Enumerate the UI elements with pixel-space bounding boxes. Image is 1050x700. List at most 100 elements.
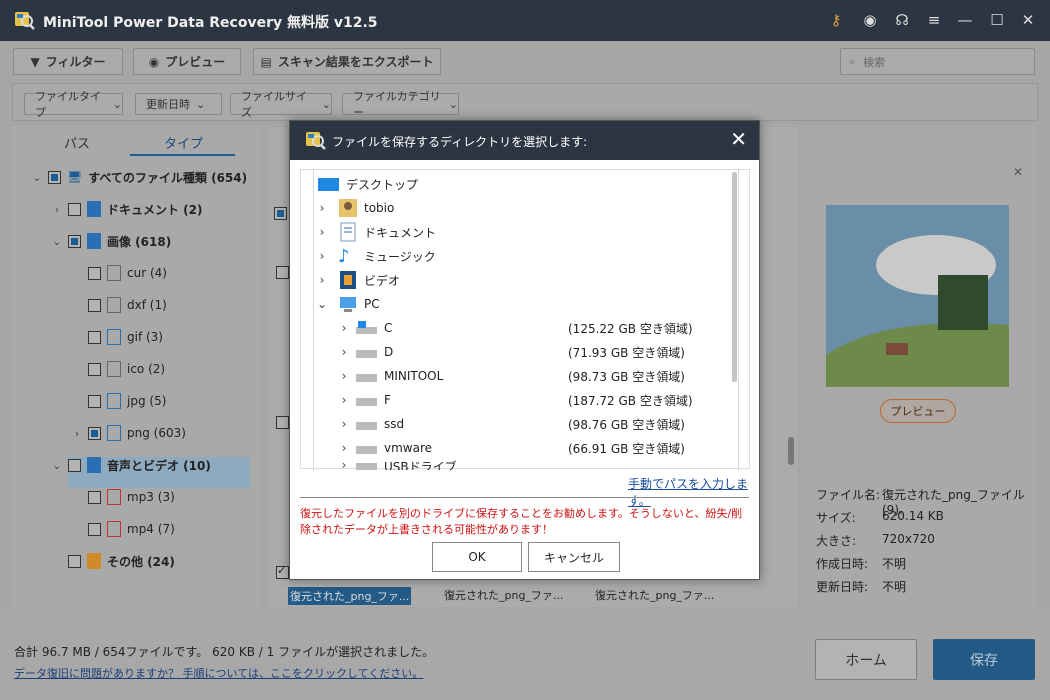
checkbox[interactable]: [88, 394, 101, 408]
checkbox[interactable]: [276, 564, 289, 579]
checkbox[interactable]: [68, 458, 81, 472]
checkbox[interactable]: [88, 426, 101, 440]
checkbox[interactable]: [88, 490, 101, 504]
checkbox[interactable]: [88, 362, 101, 376]
maximize-icon[interactable]: ☐: [988, 11, 1006, 29]
preview-image-button[interactable]: プレビュー: [880, 399, 956, 423]
dir-item-pc[interactable]: ⌄ PC: [314, 292, 380, 316]
file-size-dropdown[interactable]: ファイルサイズ ⌄: [230, 90, 332, 119]
dir-item-drive-vmware[interactable]: › vmware (66.91 GB 空き領域): [336, 436, 736, 460]
chevron-right-icon[interactable]: ›: [336, 345, 352, 359]
chevron-down-icon[interactable]: ⌄: [52, 235, 62, 248]
dir-item-drive-d[interactable]: › D (71.93 GB 空き領域): [336, 340, 736, 364]
save-button[interactable]: 保存: [933, 639, 1035, 680]
chevron-down-icon[interactable]: ⌄: [314, 297, 330, 311]
preview-button-label: プレビュー: [165, 55, 226, 69]
tree-label: mp3 (3): [127, 490, 175, 504]
dir-item-drive-f[interactable]: › F (187.72 GB 空き領域): [336, 388, 736, 412]
checkbox[interactable]: [88, 330, 101, 344]
scrollbar-thumb[interactable]: [732, 172, 737, 382]
tree-item-other[interactable]: その他 (24): [68, 550, 175, 572]
search-input[interactable]: ⌕ 検索: [840, 48, 1035, 75]
tree-item-gif[interactable]: gif (3): [88, 326, 163, 348]
tree-item-mp4[interactable]: mp4 (7): [88, 518, 175, 540]
tree-item-cur[interactable]: cur (4): [88, 262, 167, 284]
vertical-scrollbar[interactable]: [730, 170, 738, 470]
chevron-right-icon[interactable]: ›: [336, 417, 352, 431]
home-button[interactable]: ホーム: [815, 639, 917, 680]
tab-type[interactable]: タイプ: [164, 133, 203, 152]
chevron-right-icon[interactable]: ›: [314, 249, 330, 263]
tree-item-jpg[interactable]: jpg (5): [88, 390, 166, 412]
preview-pane: ✕ プレビュー ファイル名: 復元された_png_ファイル(9). サイズ: 6…: [800, 127, 1038, 607]
chevron-right-icon[interactable]: ›: [336, 441, 352, 455]
checkbox[interactable]: [276, 266, 289, 279]
modified-dropdown[interactable]: 更新日時 ⌄: [135, 93, 222, 115]
scrollbar[interactable]: [788, 437, 794, 465]
tree-item-ico[interactable]: ico (2): [88, 358, 165, 380]
filter-button[interactable]: ▼ フィルター: [13, 48, 123, 75]
chevron-right-icon[interactable]: ›: [72, 427, 82, 440]
dir-item-tobio[interactable]: › tobio: [314, 196, 394, 220]
checkbox[interactable]: [68, 234, 81, 248]
preview-button[interactable]: ◉ プレビュー: [133, 48, 241, 75]
checkbox[interactable]: [68, 554, 81, 568]
headset-icon[interactable]: ☊: [893, 11, 911, 29]
checkbox[interactable]: [88, 266, 101, 280]
drive-icon: [356, 350, 377, 358]
dir-item-desktop[interactable]: デスクトップ: [318, 172, 418, 196]
tree-item-dxf[interactable]: dxf (1): [88, 294, 167, 316]
file-category-dropdown[interactable]: ファイルカテゴリー ⌄: [342, 90, 459, 119]
tree-item-documents[interactable]: › ドキュメント (2): [52, 198, 203, 220]
disc-icon[interactable]: ◉: [861, 11, 879, 29]
chevron-right-icon[interactable]: ›: [336, 369, 352, 383]
tree-item-images[interactable]: ⌄ 画像 (618): [52, 230, 171, 252]
funnel-icon: ▼: [30, 54, 40, 69]
manual-path-link[interactable]: 手動でパスを入力します。: [628, 475, 759, 509]
chevron-right-icon[interactable]: ›: [336, 393, 352, 407]
chevron-right-icon[interactable]: ›: [314, 225, 330, 239]
tree-item-all[interactable]: ⌄ 🖥 すべてのファイル種類 (654): [32, 166, 247, 188]
ok-button[interactable]: OK: [432, 542, 522, 572]
checkbox[interactable]: [276, 416, 289, 429]
tree-item-audio-video[interactable]: ⌄ 音声とビデオ (10): [52, 454, 211, 476]
dir-label: C: [384, 321, 393, 335]
chevron-down-icon[interactable]: ⌄: [32, 171, 42, 184]
drive-icon: [356, 422, 377, 430]
thumbnail-label[interactable]: 復元された_png_ファ...: [444, 587, 563, 603]
dir-item-drive-minitool[interactable]: › MINITOOL (98.73 GB 空き領域): [336, 364, 736, 388]
chevron-right-icon[interactable]: ›: [314, 273, 330, 287]
thumbnail-label[interactable]: 復元された_png_ファ...: [595, 587, 714, 603]
tree-item-png-content[interactable]: › png (603): [72, 422, 186, 444]
tab-path[interactable]: パス: [64, 133, 90, 152]
menu-icon[interactable]: ≡: [925, 11, 943, 29]
close-preview-icon[interactable]: ✕: [1013, 165, 1023, 179]
checkbox[interactable]: [48, 170, 61, 184]
key-icon[interactable]: ⚷: [827, 11, 845, 29]
chevron-right-icon[interactable]: ›: [52, 203, 62, 216]
dir-item-usb[interactable]: › USBドライブ: [336, 458, 736, 470]
tree-item-mp3[interactable]: mp3 (3): [88, 486, 175, 508]
chevron-right-icon[interactable]: ›: [336, 458, 352, 470]
chevron-right-icon[interactable]: ›: [314, 201, 330, 215]
checkbox[interactable]: [68, 202, 81, 216]
export-scan-button[interactable]: ▤ スキャン結果をエクスポート: [253, 48, 441, 75]
help-link[interactable]: データ復旧に問題がありますか？ 手順については、ここをクリックしてください。: [14, 665, 423, 681]
select-all-checkbox[interactable]: [274, 207, 287, 220]
checkbox[interactable]: [88, 298, 101, 312]
thumbnail-label[interactable]: 復元された_png_ファ...: [288, 587, 412, 605]
dir-item-documents[interactable]: › ドキュメント: [314, 220, 436, 244]
cancel-button[interactable]: キャンセル: [528, 542, 620, 572]
dir-item-drive-ssd[interactable]: › ssd (98.76 GB 空き領域): [336, 412, 736, 436]
chevron-down-icon[interactable]: ⌄: [52, 459, 62, 472]
filter-bar: ファイルタイプ ⌄ 更新日時 ⌄ ファイルサイズ ⌄ ファイルカテゴリー ⌄: [12, 83, 1038, 121]
close-window-icon[interactable]: ✕: [1019, 11, 1037, 29]
dir-item-video[interactable]: › ビデオ: [314, 268, 400, 292]
chevron-right-icon[interactable]: ›: [336, 321, 352, 335]
dir-item-drive-c[interactable]: › C (125.22 GB 空き領域): [336, 316, 736, 340]
dir-item-music[interactable]: › ♪ ミュージック: [314, 244, 436, 268]
file-type-dropdown[interactable]: ファイルタイプ ⌄: [24, 90, 123, 119]
close-icon[interactable]: ✕: [730, 129, 747, 149]
minimize-icon[interactable]: —: [956, 11, 974, 29]
checkbox[interactable]: [88, 522, 101, 536]
